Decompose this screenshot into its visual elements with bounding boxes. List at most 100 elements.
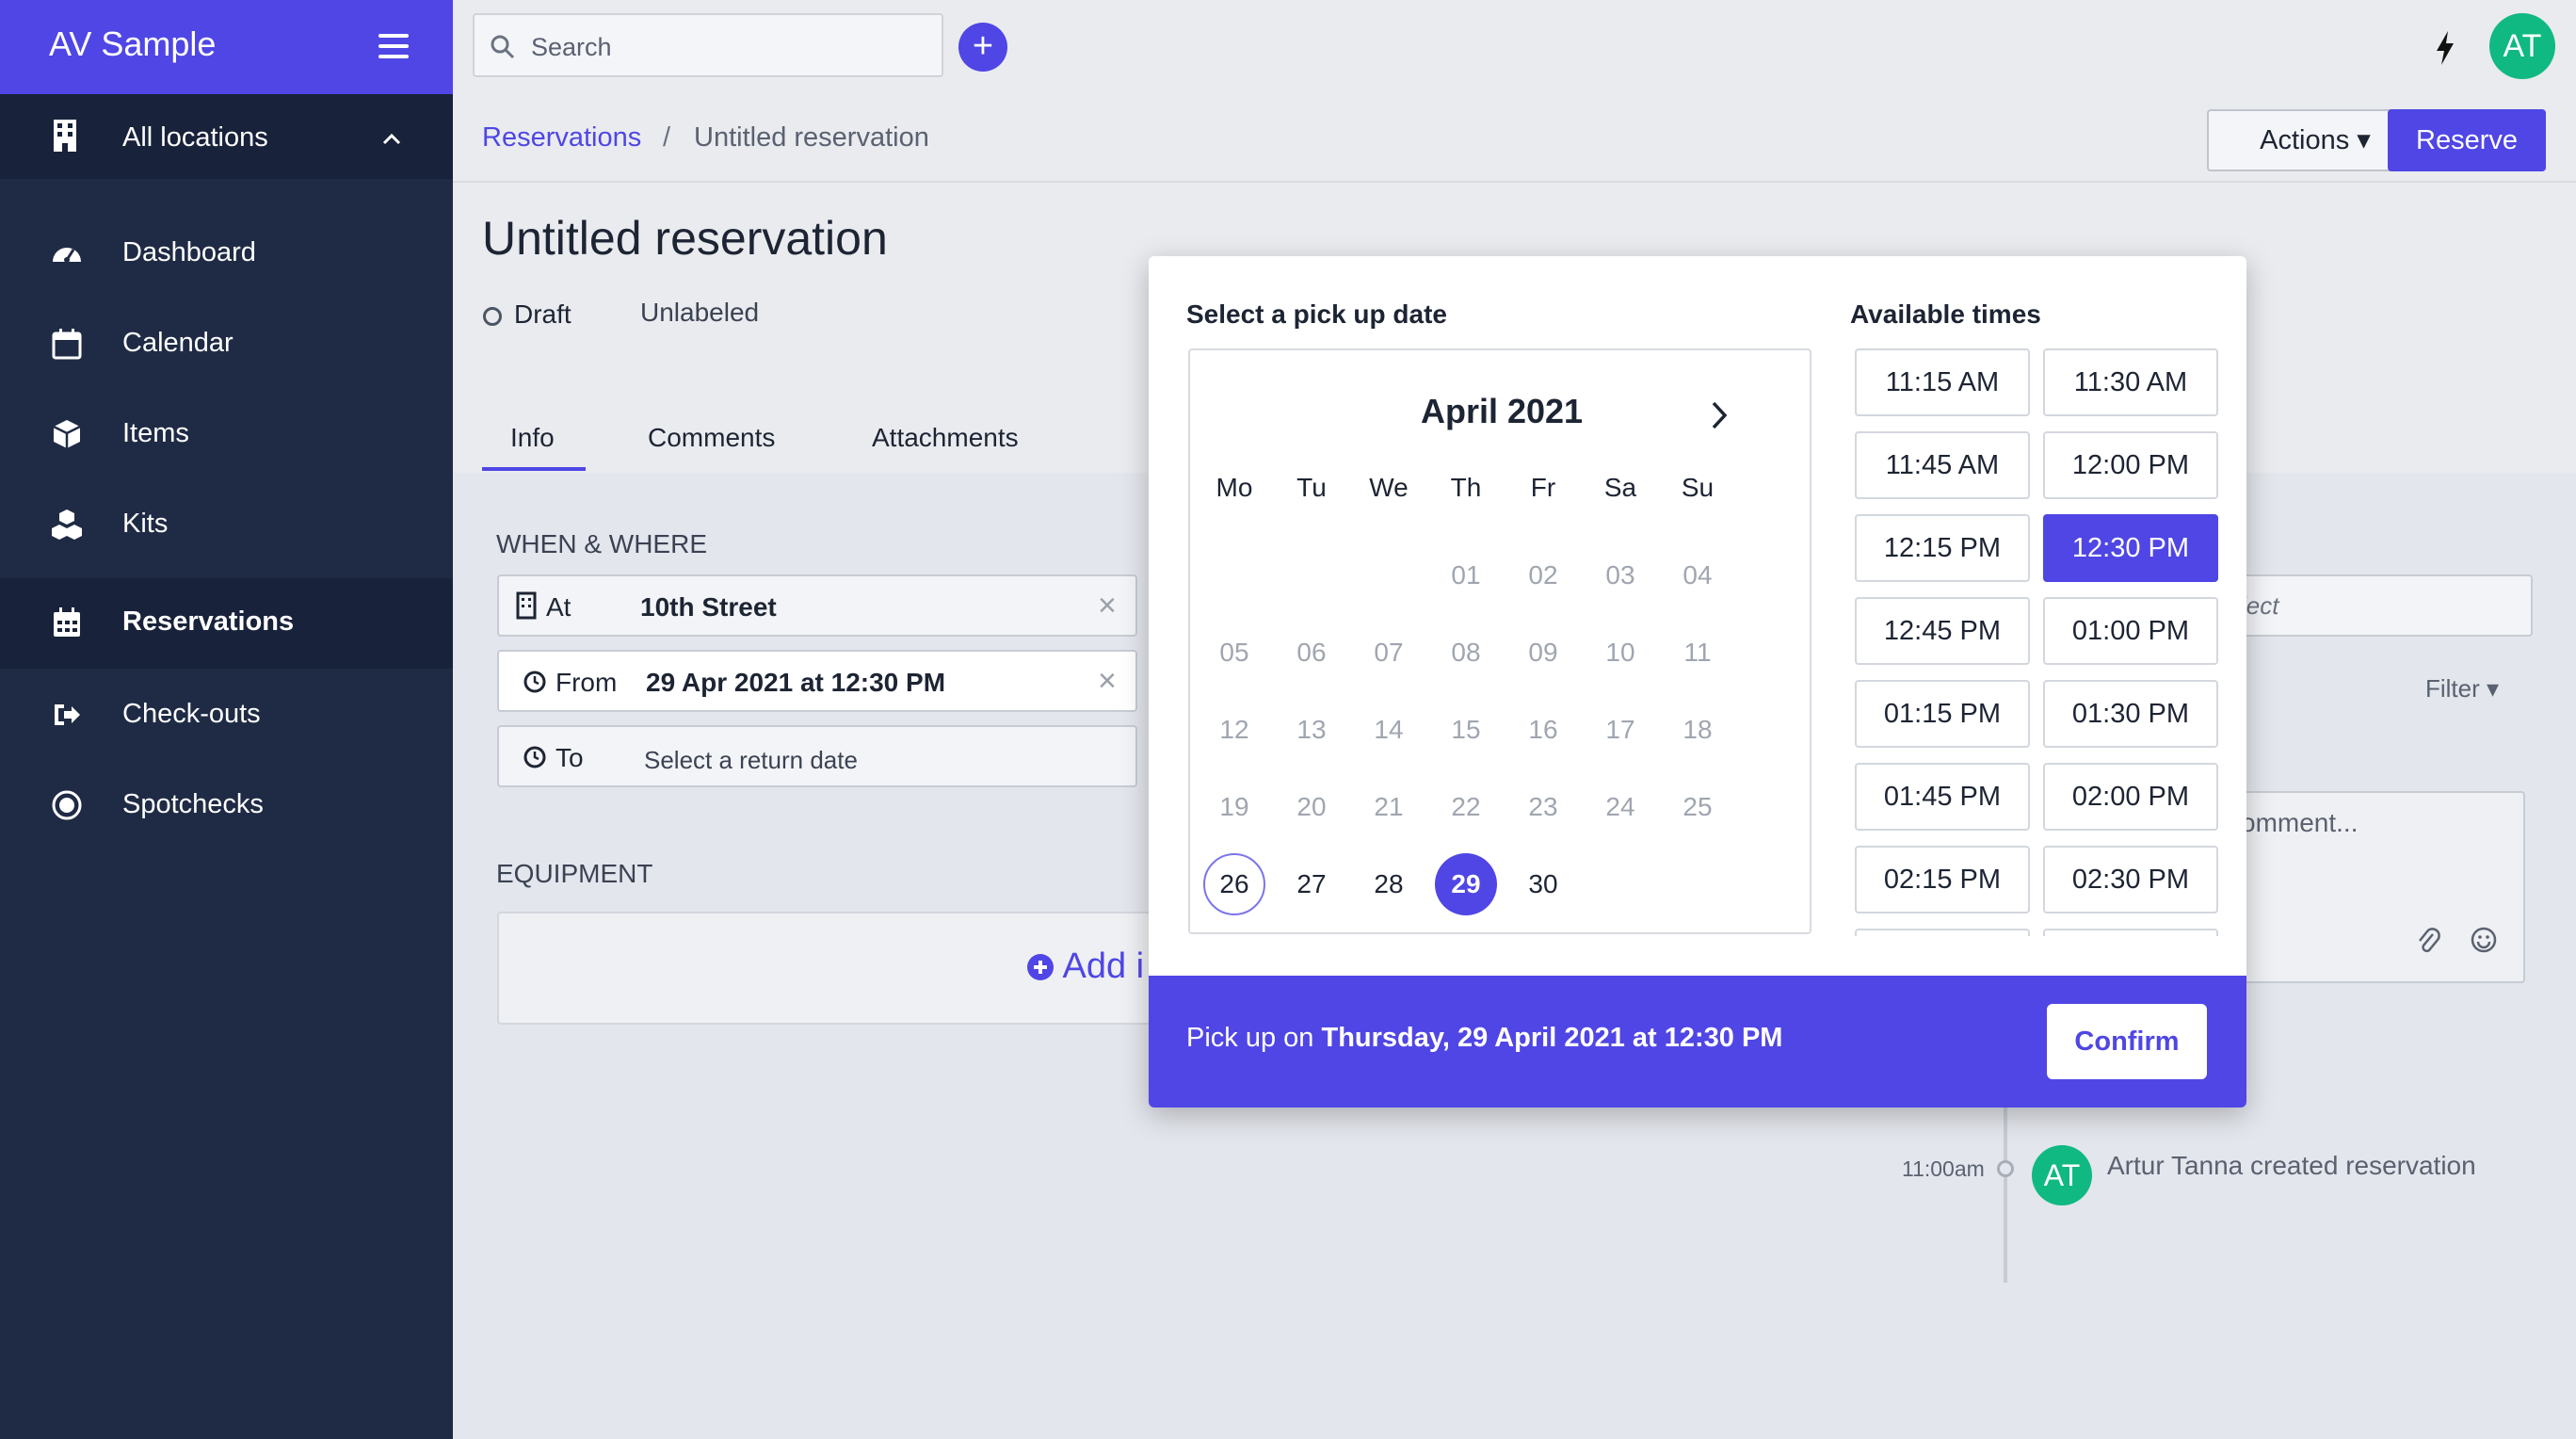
calendar-day[interactable]: 18	[1666, 699, 1729, 761]
filter-dropdown[interactable]: Filter ▾	[2425, 674, 2499, 703]
calendar-day[interactable]: 01	[1435, 544, 1497, 606]
weekday-label: Fr	[1530, 473, 1556, 502]
calendar-day[interactable]: 14	[1358, 699, 1420, 761]
calendar-day[interactable]: 08	[1435, 622, 1497, 684]
emoji-icon[interactable]	[2471, 927, 2497, 953]
time-slot[interactable]: 01:30 PM	[2043, 680, 2218, 748]
time-slot[interactable]: 12:15 PM	[1855, 514, 2030, 582]
spotcheck-icon	[52, 790, 82, 820]
at-value: 10th Street	[640, 592, 777, 622]
calendar-day[interactable]: 12	[1203, 699, 1265, 761]
pick-date-title: Select a pick up date	[1186, 299, 1447, 329]
sidebar-item-calendar[interactable]: Calendar	[0, 299, 453, 390]
from-field[interactable]: From 29 Apr 2021 at 12:30 PM ×	[497, 650, 1137, 712]
right-panel-search-text: ject	[2241, 591, 2279, 620]
time-slot[interactable]: 12:00 PM	[2043, 431, 2218, 499]
calendar-day[interactable]: 30	[1512, 853, 1574, 915]
calendar-day[interactable]: 16	[1512, 699, 1574, 761]
comment-placeholder: omment...	[2241, 808, 2359, 837]
time-slot[interactable]: 02:15 PM	[1855, 846, 2030, 914]
tab-attachments[interactable]: Attachments	[872, 423, 1019, 453]
clear-location-icon[interactable]: ×	[1098, 588, 1117, 624]
calendar-day[interactable]: 28	[1358, 853, 1420, 915]
chevron-right-icon[interactable]	[1706, 399, 1731, 431]
time-slot[interactable]: 12:45 PM	[1855, 597, 2030, 665]
calendar-day[interactable]: 10	[1589, 622, 1651, 684]
time-slot[interactable]: 01:45 PM	[1855, 763, 2030, 831]
hamburger-menu-icon[interactable]	[378, 34, 409, 58]
calendar-day[interactable]: 19	[1203, 776, 1265, 838]
calendar-day[interactable]: 04	[1666, 544, 1729, 606]
sidebar-item-label: Kits	[122, 509, 169, 539]
add-items-button[interactable]: Add i	[1026, 946, 1144, 987]
app-name: AV Sample	[49, 24, 217, 63]
calendar-day[interactable]: 22	[1435, 776, 1497, 838]
confirm-button[interactable]: Confirm	[2047, 1004, 2207, 1079]
breadcrumb-link[interactable]: Reservations	[482, 122, 641, 154]
calendar-day[interactable]: 05	[1203, 622, 1265, 684]
calendar-day[interactable]: 11	[1666, 622, 1729, 684]
date-time-picker-popover: Select a pick up date Available times Ap…	[1149, 256, 2246, 1108]
sidebar-item-items[interactable]: Items	[0, 390, 453, 480]
weekday-label: We	[1369, 473, 1409, 502]
calendar-day[interactable]: 03	[1589, 544, 1651, 606]
time-slot-selected[interactable]: 12:30 PM	[2043, 514, 2218, 582]
calendar-day[interactable]: 20	[1280, 776, 1343, 838]
clock-icon	[523, 671, 546, 693]
calendar-day[interactable]: 23	[1512, 776, 1574, 838]
time-slot[interactable]: 11:15 AM	[1855, 348, 2030, 416]
chevron-up-icon[interactable]	[382, 132, 401, 145]
breadcrumb-separator: /	[663, 122, 671, 153]
tab-info[interactable]: Info	[510, 423, 555, 453]
time-slot[interactable]: 02:00 PM	[2043, 763, 2218, 831]
paperclip-icon[interactable]	[2416, 927, 2440, 955]
calendar-day[interactable]: 24	[1589, 776, 1651, 838]
calendar-day[interactable]: 21	[1358, 776, 1420, 838]
time-slot[interactable]	[2043, 929, 2218, 936]
calendar-day[interactable]: 15	[1435, 699, 1497, 761]
time-slot[interactable]: 11:30 AM	[2043, 348, 2218, 416]
location-field[interactable]: At 10th Street ×	[497, 574, 1137, 637]
time-slot[interactable]: 11:45 AM	[1855, 431, 2030, 499]
building-icon	[54, 120, 76, 152]
clear-from-icon[interactable]: ×	[1098, 663, 1117, 700]
time-slot[interactable]	[1855, 929, 2030, 936]
times-list[interactable]: 11:15 AM 11:30 AM 11:45 AM 12:00 PM 12:15 PM…	[1855, 348, 2228, 936]
sidebar-item-check-outs[interactable]: Check-outs	[0, 671, 453, 761]
label-selector[interactable]: Unlabeled	[640, 298, 759, 328]
sidebar-item-label: Calendar	[122, 328, 233, 358]
sidebar-item-spotchecks[interactable]: Spotchecks	[0, 761, 453, 851]
time-slot[interactable]: 01:00 PM	[2043, 597, 2218, 665]
calendar-day[interactable]: 07	[1358, 622, 1420, 684]
at-label: At	[546, 592, 572, 622]
calendar-day[interactable]: 09	[1512, 622, 1574, 684]
available-times-title: Available times	[1850, 299, 2041, 329]
user-avatar[interactable]: AT	[2489, 13, 2555, 79]
sidebar-item-label: Check-outs	[122, 699, 261, 729]
status-badge[interactable]: Draft	[514, 299, 572, 330]
calendar-day[interactable]: 02	[1512, 544, 1574, 606]
to-field[interactable]: To Select a return date	[497, 725, 1137, 787]
calendar-day[interactable]: 17	[1589, 699, 1651, 761]
add-button[interactable]: +	[958, 23, 1007, 72]
bolt-icon[interactable]	[2433, 30, 2457, 66]
active-tab-indicator	[482, 467, 586, 471]
brand-bar: AV Sample	[0, 0, 453, 94]
calendar-day[interactable]: 26	[1203, 853, 1265, 915]
calendar-day[interactable]: 25	[1666, 776, 1729, 838]
time-slot[interactable]: 02:30 PM	[2043, 846, 2218, 914]
add-items-label: Add i	[1062, 946, 1145, 986]
location-selector[interactable]: All locations	[0, 94, 453, 179]
time-slot[interactable]: 01:15 PM	[1855, 680, 2030, 748]
calendar-day[interactable]: 27	[1280, 853, 1343, 915]
calendar-day-selected[interactable]: 29	[1435, 853, 1497, 915]
sidebar-item-reservations[interactable]: Reservations	[0, 578, 453, 669]
tab-comments[interactable]: Comments	[648, 423, 775, 453]
sidebar-item-label: Reservations	[122, 606, 295, 637]
reserve-button[interactable]: Reserve	[2388, 109, 2546, 171]
sidebar-item-kits[interactable]: Kits	[0, 480, 453, 571]
calendar-day[interactable]: 06	[1280, 622, 1343, 684]
sidebar-item-dashboard[interactable]: Dashboard	[0, 209, 453, 299]
calendar-day[interactable]: 13	[1280, 699, 1343, 761]
search-input[interactable]: Search	[473, 13, 943, 77]
